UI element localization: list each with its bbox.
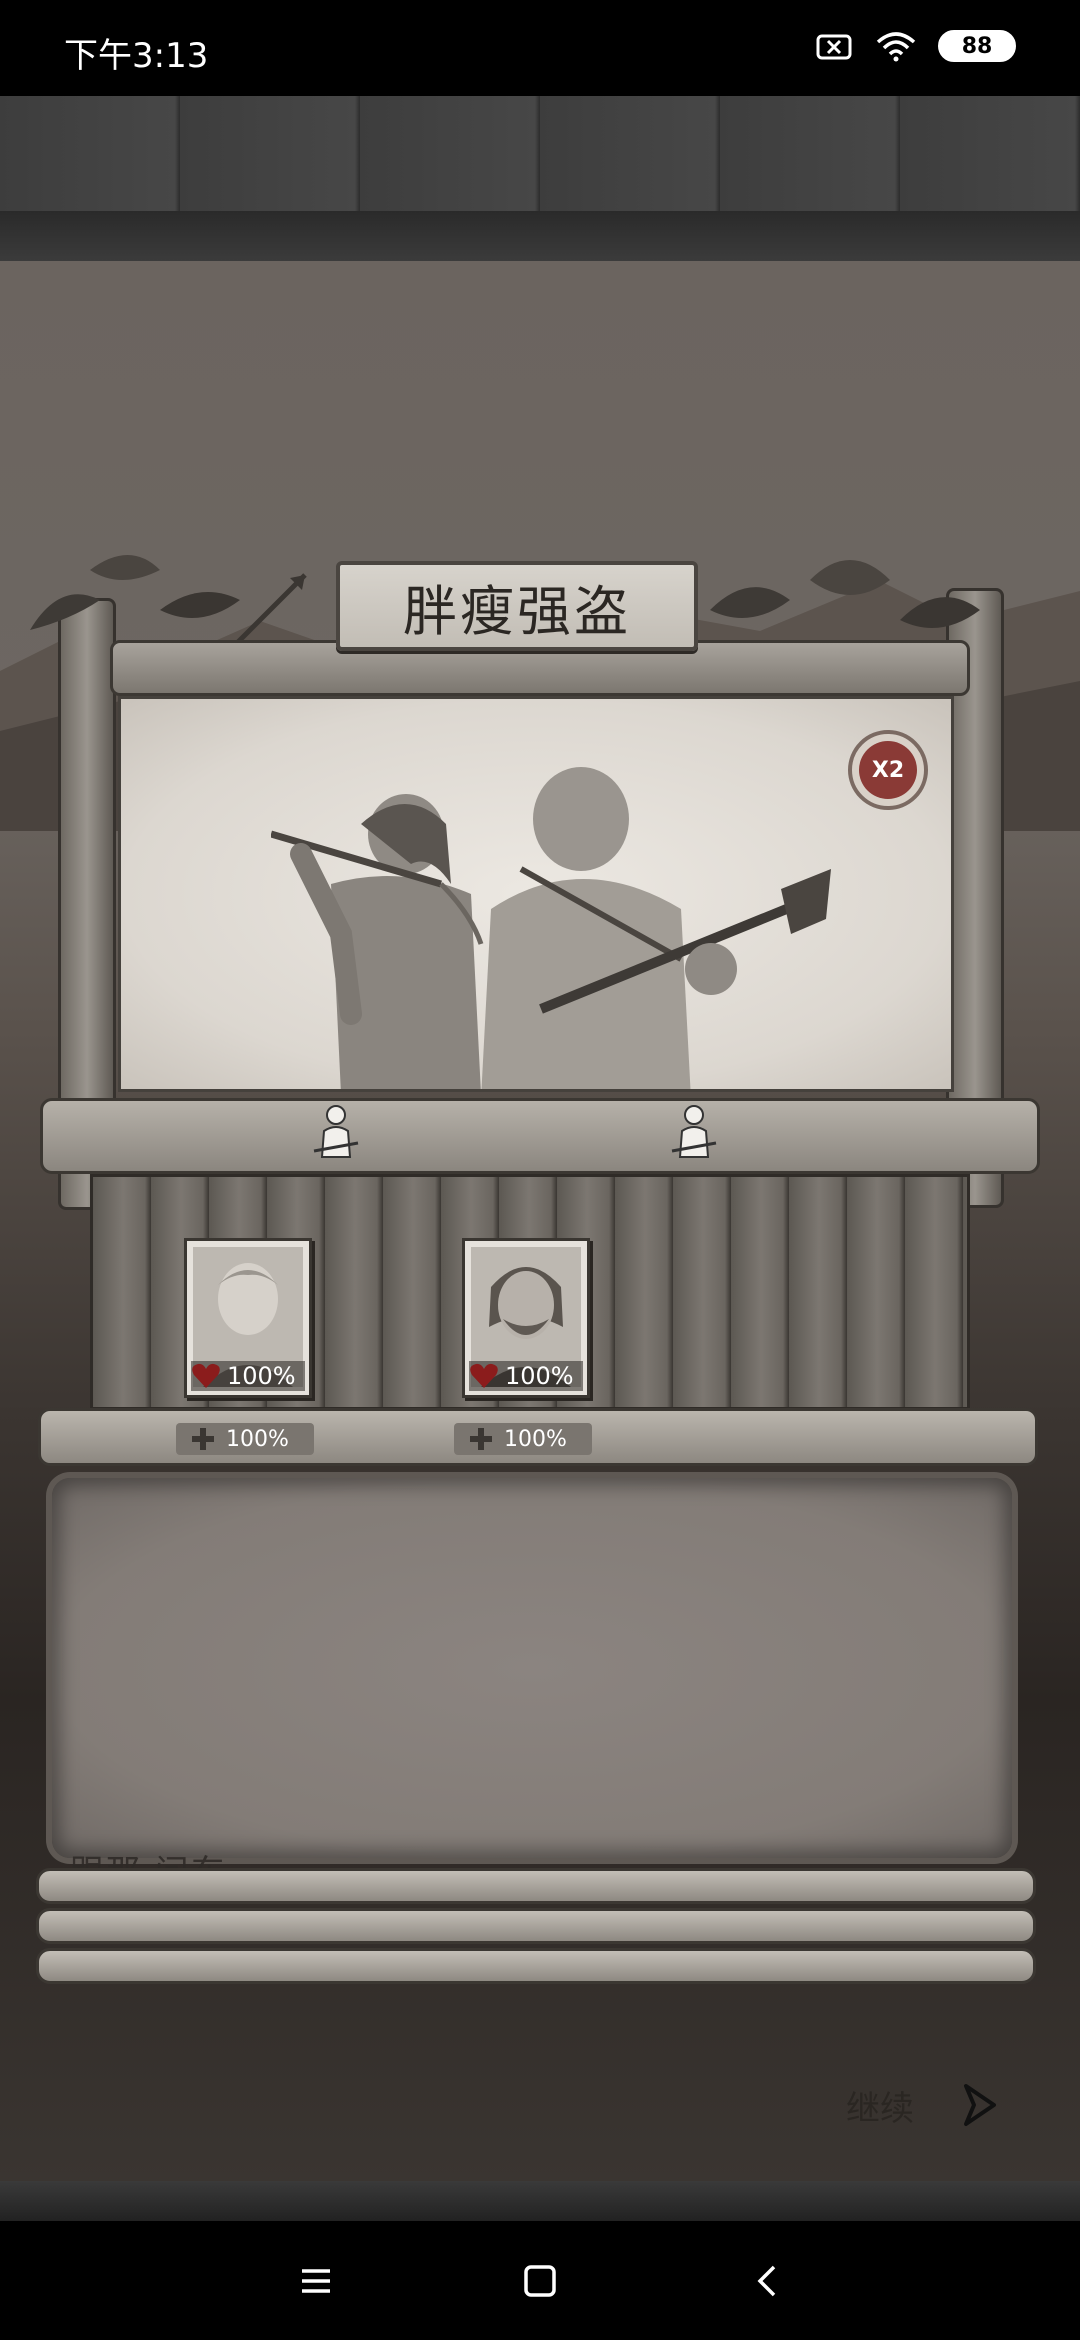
party-member-card[interactable]: 100%: [184, 1238, 312, 1398]
heart-icon: [470, 1363, 498, 1388]
status-bar: 下午3:13 88: [0, 0, 1080, 96]
back-icon[interactable]: [744, 2257, 792, 2305]
health-status: 100%: [191, 1361, 305, 1391]
plus-cross-icon: [192, 1428, 214, 1450]
enemy-count-text: X2: [859, 741, 917, 799]
health-value: 100%: [227, 1362, 296, 1390]
enemy-marker-icon-1: [313, 1105, 359, 1158]
bandit-fat-figure: [481, 767, 831, 1089]
heart-icon: [192, 1363, 220, 1388]
log-beam: [36, 1908, 1036, 1944]
bottom-log-stack: [36, 1868, 1036, 1988]
stat-value: 100%: [226, 1426, 289, 1452]
no-sim-icon: [816, 34, 852, 60]
party-stat-pill: 100%: [176, 1423, 314, 1455]
enemy-marker-icon-2: [671, 1105, 717, 1158]
top-strip: [0, 211, 1080, 261]
top-wood-panel: [0, 96, 1080, 211]
health-value: 100%: [505, 1362, 574, 1390]
health-status: 100%: [469, 1361, 583, 1391]
encounter-title: 胖瘦强盗: [403, 579, 631, 643]
enemy-illustration: [118, 696, 954, 1092]
enemy-position-plank: [40, 1098, 1040, 1174]
enemy-count-badge: X2: [848, 730, 928, 810]
plus-cross-icon: [470, 1428, 492, 1450]
log-beam: [36, 1948, 1036, 1984]
stat-value: 100%: [504, 1426, 567, 1452]
home-icon[interactable]: [516, 2257, 564, 2305]
system-nav-bar: [0, 2221, 1080, 2340]
party-member-card[interactable]: 100%: [462, 1238, 590, 1398]
chevron-right-icon: [964, 2084, 996, 2126]
status-time: 下午3:13: [64, 36, 209, 76]
encounter-title-plank: 胖瘦强盗: [336, 561, 698, 651]
message-parchment: [52, 1478, 1012, 1858]
continue-label: 继续: [846, 2088, 914, 2129]
party-stat-pill: 100%: [454, 1423, 592, 1455]
menu-icon[interactable]: [292, 2257, 340, 2305]
log-beam: [36, 1868, 1036, 1904]
bottom-strip: [0, 2181, 1080, 2221]
wifi-icon: [876, 32, 916, 62]
battery-indicator: 88: [938, 30, 1016, 62]
continue-button[interactable]: 继续: [846, 2080, 1004, 2130]
